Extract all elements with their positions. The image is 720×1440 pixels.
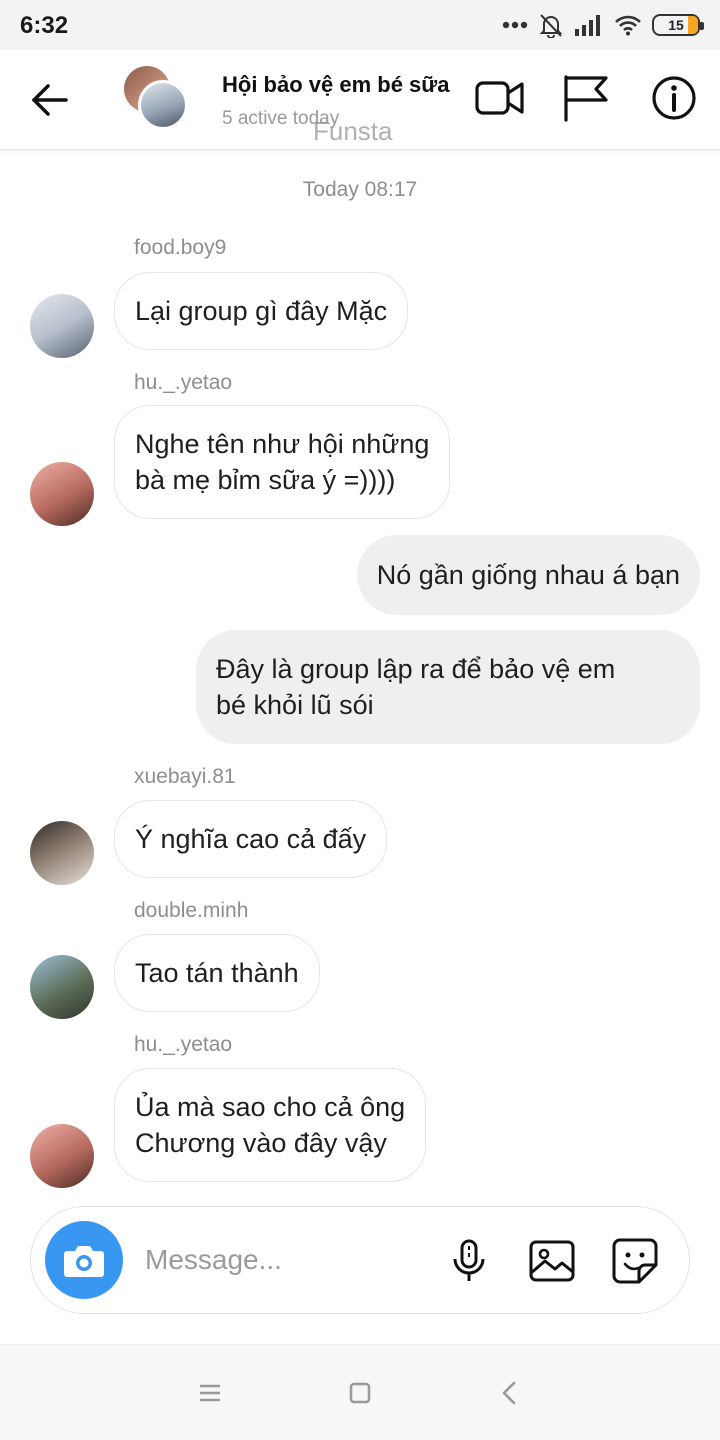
message-text: Ý nghĩa cao cả đấy [135,824,367,854]
status-icons: 15 [502,10,704,40]
avatar[interactable] [30,294,94,358]
gallery-icon[interactable] [528,1237,576,1285]
message-composer [30,1206,690,1314]
chat-title[interactable]: Hội bảo vệ em bé sữa [222,72,449,98]
status-bar: 6:32 15 [0,0,720,50]
chat-header: Hội bảo vệ em bé sữa 5 active today Funs… [0,50,720,150]
mute-icon [539,14,563,38]
message-text: Đây là group lập ra để bảo vệ em [216,654,616,684]
avatar [138,80,188,130]
home-icon[interactable] [346,1379,374,1407]
message-text: Ủa mà sao cho cả ông [135,1092,406,1122]
system-nav-bar [0,1344,720,1440]
back-icon[interactable] [496,1379,524,1407]
message-text: Chương vào đây vậy [135,1128,387,1158]
sticker-icon[interactable] [611,1237,659,1285]
avatar[interactable] [30,955,94,1019]
message-text: bé khỏi lũ sói [216,690,374,720]
sender-name: hu._.yetao [134,1033,233,1056]
avatar[interactable] [30,462,94,526]
dots-icon [502,21,528,29]
avatar[interactable] [30,821,94,885]
sender-name: xuebayi.81 [134,765,236,788]
watermark: Funsta [313,116,393,146]
wifi-icon [615,15,641,36]
message-bubble[interactable]: Lại group gì đây Mặc [114,272,409,350]
message-input[interactable] [145,1237,435,1283]
message-text: bà mẹ bỉm sữa ý =)))) [135,465,396,495]
chat-timestamp: Today 08:17 [302,178,418,201]
sender-name: double.minh [134,899,249,922]
signal-icon [575,15,600,36]
sender-name: hu._.yetao [134,371,233,394]
message-bubble[interactable]: Ủa mà sao cho cả ông Chương vào đây vậy [114,1068,427,1182]
camera-icon [64,1246,104,1277]
avatar[interactable] [30,1124,94,1188]
battery-icon: 15 [652,14,704,36]
back-arrow-icon[interactable] [28,80,72,120]
message-bubble[interactable]: Nghe tên như hội những bà mẹ bỉm sữa ý =… [114,405,451,519]
status-time: 6:32 [20,12,69,39]
message-text: Nghe tên như hội những [135,429,430,459]
message-bubble[interactable]: Tao tán thành [114,934,320,1012]
microphone-icon[interactable] [445,1237,493,1285]
message-text: Tao tán thành [135,958,299,988]
battery-level: 15 [668,17,684,33]
message-text: Nó gần giống nhau á bạn [376,560,680,590]
message-bubble-outgoing[interactable]: Đây là group lập ra để bảo vệ em bé khỏi… [196,630,700,744]
group-avatar[interactable] [124,66,194,132]
sender-name: food.boy9 [134,236,227,259]
message-bubble[interactable]: Ý nghĩa cao cả đấy [114,800,388,878]
video-call-icon[interactable] [474,74,526,122]
menu-icon[interactable] [196,1379,224,1407]
info-icon[interactable] [648,74,700,122]
message-text: Lại group gì đây Mặc [135,296,388,326]
message-bubble-outgoing[interactable]: Nó gần giống nhau á bạn [356,535,700,615]
camera-button[interactable] [45,1221,123,1299]
flag-icon[interactable] [560,74,612,122]
